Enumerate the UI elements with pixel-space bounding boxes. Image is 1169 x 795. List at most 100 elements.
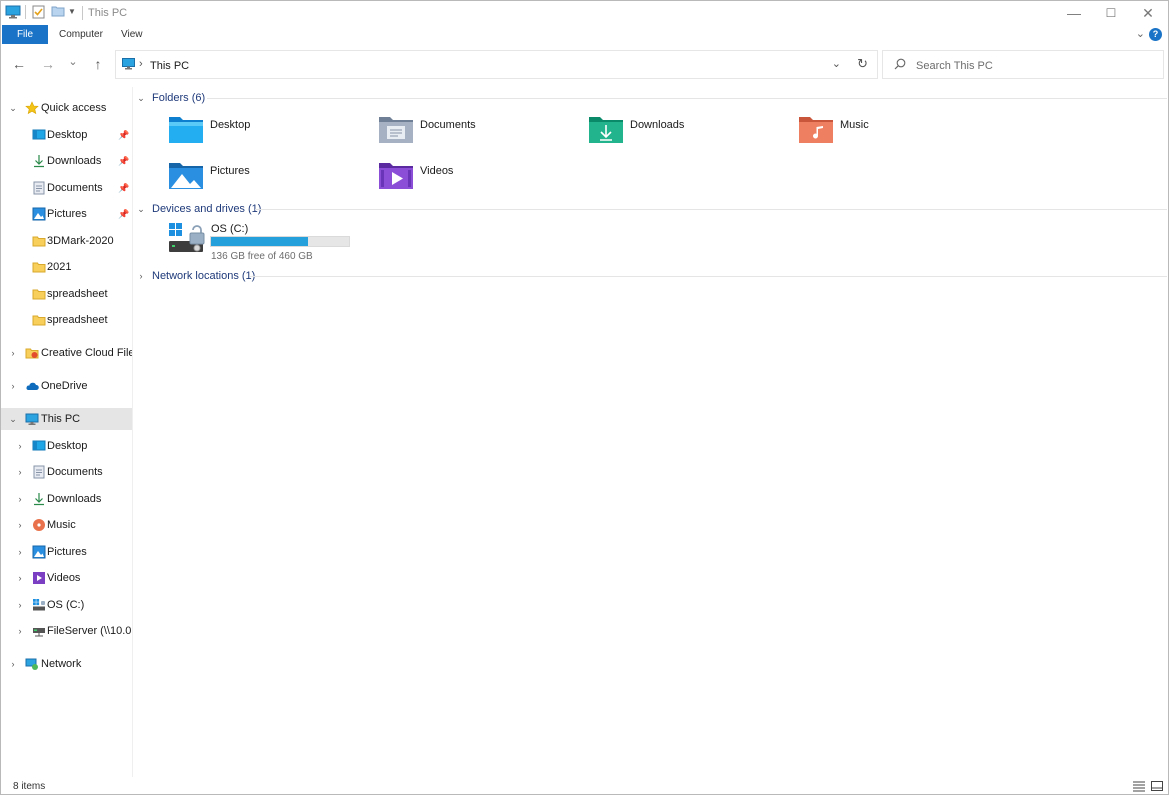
tab-view[interactable]: View bbox=[111, 25, 153, 44]
sidebar-item-qa-spreadsheet-2[interactable]: spreadsheet bbox=[1, 309, 132, 331]
expand-chevron-icon[interactable]: › bbox=[15, 494, 25, 504]
sidebar-item-qa-documents[interactable]: Documents 📌 bbox=[1, 177, 132, 199]
sidebar-item-label: Quick access bbox=[41, 102, 107, 114]
sidebar-item-label: spreadsheet bbox=[47, 288, 108, 300]
folder-icon bbox=[32, 236, 46, 247]
breadcrumb-chevron-icon: › bbox=[139, 58, 143, 70]
minimize-button[interactable]: — bbox=[1055, 1, 1093, 25]
address-dropdown-icon[interactable]: ⌄ bbox=[832, 57, 841, 70]
folder-icon bbox=[32, 315, 46, 326]
folder-tile-videos[interactable]: Videos bbox=[378, 157, 578, 193]
group-divider bbox=[255, 209, 1167, 210]
search-input[interactable]: Search This PC bbox=[916, 60, 993, 72]
collapse-chevron-icon[interactable]: ⌄ bbox=[8, 103, 18, 114]
sidebar-item-label: Downloads bbox=[47, 155, 102, 167]
tab-file[interactable]: File bbox=[2, 25, 48, 44]
up-button[interactable]: ↑ bbox=[88, 54, 108, 74]
ribbon-tabs: File Computer View ⌄ ? bbox=[1, 25, 1168, 44]
sidebar-item-qa-pictures[interactable]: Pictures 📌 bbox=[1, 203, 132, 225]
desktop-icon bbox=[32, 129, 46, 140]
collapse-chevron-icon[interactable]: ⌄ bbox=[8, 414, 18, 425]
sidebar-item-pc-fileserver[interactable]: › FileServer (\\10.0.0. bbox=[1, 620, 133, 642]
folder-tile-pictures[interactable]: Pictures bbox=[168, 157, 368, 193]
group-header-network-locations[interactable]: › Network locations (1) bbox=[137, 268, 256, 284]
sidebar-item-network[interactable]: › Network bbox=[1, 653, 132, 675]
folder-label: Desktop bbox=[210, 119, 251, 131]
back-button[interactable]: ← bbox=[9, 54, 29, 74]
drive-icon bbox=[33, 599, 45, 611]
new-folder-icon[interactable] bbox=[51, 5, 65, 17]
expand-chevron-icon[interactable]: › bbox=[15, 547, 25, 557]
folder-tile-music[interactable]: Music bbox=[798, 111, 998, 147]
expand-chevron-icon[interactable]: › bbox=[15, 441, 25, 451]
group-divider bbox=[207, 98, 1167, 99]
creative-cloud-icon bbox=[25, 348, 39, 359]
collapse-chevron-icon[interactable]: ⌄ bbox=[137, 204, 145, 215]
close-button[interactable]: ✕ bbox=[1129, 1, 1167, 25]
expand-chevron-icon[interactable]: › bbox=[8, 659, 18, 669]
maximize-button[interactable]: ☐ bbox=[1092, 1, 1130, 25]
sidebar-item-quick-access[interactable]: ⌄ Quick access bbox=[1, 97, 132, 119]
folder-label: Videos bbox=[420, 165, 454, 177]
sidebar-item-label: Creative Cloud Files bbox=[41, 347, 132, 359]
sidebar-item-pc-os-c[interactable]: › OS (C:) bbox=[1, 594, 132, 616]
sidebar-item-pc-pictures[interactable]: › Pictures bbox=[1, 541, 132, 563]
group-title: Network locations (1) bbox=[152, 270, 256, 282]
downloads-icon bbox=[34, 155, 44, 168]
sidebar-item-pc-music[interactable]: › Music bbox=[1, 514, 132, 536]
sidebar-item-this-pc[interactable]: ⌄ This PC bbox=[1, 408, 132, 430]
group-divider bbox=[250, 276, 1167, 277]
folder-tile-desktop[interactable]: Desktop bbox=[168, 111, 368, 147]
videos-icon bbox=[33, 572, 45, 584]
sidebar-item-label: 3DMark-2020 bbox=[47, 235, 114, 247]
expand-chevron-icon[interactable]: › bbox=[137, 271, 145, 281]
sidebar-item-pc-documents[interactable]: › Documents bbox=[1, 461, 132, 483]
sidebar-item-pc-downloads[interactable]: › Downloads bbox=[1, 488, 132, 510]
sidebar-item-label: Desktop bbox=[47, 440, 88, 452]
expand-ribbon-icon[interactable]: ⌄ bbox=[1136, 27, 1145, 40]
address-bar[interactable]: › This PC ⌄ ↻ bbox=[115, 50, 878, 79]
sidebar-item-label: Documents bbox=[47, 182, 103, 194]
title-bar: ▼ This PC — ☐ ✕ bbox=[1, 1, 1168, 25]
videos-folder-icon bbox=[379, 163, 413, 189]
search-box[interactable]: Search This PC bbox=[882, 50, 1164, 79]
expand-chevron-icon[interactable]: › bbox=[15, 626, 25, 636]
group-header-devices[interactable]: ⌄ Devices and drives (1) bbox=[137, 201, 261, 217]
music-icon bbox=[33, 519, 45, 531]
breadcrumb-this-pc[interactable]: This PC bbox=[150, 60, 189, 72]
folder-icon bbox=[32, 262, 46, 273]
expand-chevron-icon[interactable]: › bbox=[8, 381, 18, 391]
sidebar-item-qa-desktop[interactable]: Desktop 📌 bbox=[1, 124, 132, 146]
sidebar-item-qa-spreadsheet[interactable]: spreadsheet bbox=[1, 283, 132, 305]
star-icon bbox=[25, 101, 39, 115]
sidebar-item-pc-desktop[interactable]: › Desktop bbox=[1, 435, 132, 457]
expand-chevron-icon[interactable]: › bbox=[15, 600, 25, 610]
sidebar-item-qa-3dmark[interactable]: 3DMark-2020 bbox=[1, 230, 132, 252]
refresh-icon[interactable]: ↻ bbox=[857, 56, 868, 72]
collapse-chevron-icon[interactable]: ⌄ bbox=[137, 93, 145, 104]
sidebar-item-qa-2021[interactable]: 2021 bbox=[1, 256, 132, 278]
expand-chevron-icon[interactable]: › bbox=[15, 520, 25, 530]
expand-chevron-icon[interactable]: › bbox=[8, 348, 18, 358]
sidebar-item-pc-videos[interactable]: › Videos bbox=[1, 567, 132, 589]
recent-locations-button[interactable]: ⌄ bbox=[63, 51, 83, 71]
expand-chevron-icon[interactable]: › bbox=[15, 573, 25, 583]
group-header-folders[interactable]: ⌄ Folders (6) bbox=[137, 90, 205, 106]
tab-computer[interactable]: Computer bbox=[49, 25, 113, 44]
customize-toolbar-icon[interactable]: ▼ bbox=[68, 7, 76, 16]
forward-button[interactable]: → bbox=[38, 54, 58, 74]
network-drive-icon bbox=[33, 628, 45, 637]
sidebar-item-label: Music bbox=[47, 519, 76, 531]
pictures-icon bbox=[32, 545, 46, 559]
properties-icon[interactable] bbox=[32, 5, 45, 19]
folder-tile-documents[interactable]: Documents bbox=[378, 111, 578, 147]
drive-usage-bar bbox=[210, 236, 350, 247]
help-icon[interactable]: ? bbox=[1149, 28, 1162, 41]
large-icons-view-icon[interactable] bbox=[1150, 780, 1164, 792]
sidebar-item-creative-cloud[interactable]: › Creative Cloud Files bbox=[1, 342, 133, 364]
details-view-icon[interactable] bbox=[1132, 780, 1146, 792]
folder-tile-downloads[interactable]: Downloads bbox=[588, 111, 788, 147]
expand-chevron-icon[interactable]: › bbox=[15, 467, 25, 477]
sidebar-item-qa-downloads[interactable]: Downloads 📌 bbox=[1, 150, 132, 172]
sidebar-item-onedrive[interactable]: › OneDrive bbox=[1, 375, 132, 397]
